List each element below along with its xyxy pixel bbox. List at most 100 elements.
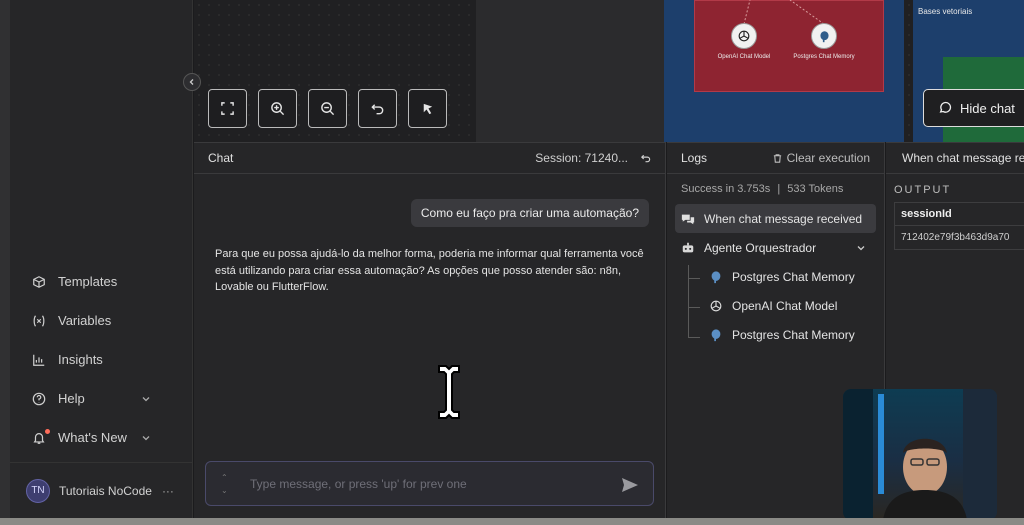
chat-title: Chat xyxy=(208,151,234,165)
sidebar-item-templates[interactable]: Templates xyxy=(10,262,193,301)
trash-icon xyxy=(773,153,781,163)
log-entry-label: OpenAI Chat Model xyxy=(732,298,838,313)
token-count: 533 Tokens xyxy=(787,183,844,195)
zoom-in-button[interactable] xyxy=(258,89,297,128)
window-edge xyxy=(0,0,10,525)
zoom-in-icon xyxy=(271,102,285,116)
openai-chat-model-node[interactable] xyxy=(731,23,757,49)
bot-message: Para que eu possa ajudá-lo da melhor for… xyxy=(215,248,644,293)
sidebar-item-whats-new[interactable]: What's New xyxy=(10,418,193,457)
execution-summary: Success in 3.753s | 533 Tokens xyxy=(667,174,884,204)
log-entry-chat-trigger[interactable]: When chat message received xyxy=(675,204,876,233)
node-label: Postgres Chat Memory xyxy=(793,54,855,60)
postgres-icon xyxy=(711,270,721,283)
sidebar: Templates Variables Insights Help What's… xyxy=(10,0,193,518)
output-cell[interactable]: 712402e79f3b463d9a70 xyxy=(895,226,1024,249)
window-bottom-edge xyxy=(0,518,1024,525)
collapse-sidebar-button[interactable] xyxy=(183,73,201,91)
avatar: TN xyxy=(26,478,50,503)
chart-icon xyxy=(33,354,45,366)
execution-status: Success in 3.753s xyxy=(681,183,771,195)
send-icon[interactable] xyxy=(621,476,639,494)
chat-bubble-icon xyxy=(939,101,952,113)
canvas-zoom-controls xyxy=(208,89,447,128)
output-node-title: When chat message received xyxy=(902,151,1024,165)
log-entry-label: Postgres Chat Memory xyxy=(732,269,855,284)
chat-header: Chat Session: 71240... xyxy=(194,143,665,174)
openai-icon xyxy=(710,300,722,311)
help-icon xyxy=(32,392,46,405)
hide-chat-button[interactable]: Hide chat xyxy=(923,89,1024,127)
postgres-icon xyxy=(711,328,721,341)
chat-input-placeholder: Type message, or press 'up' for prev one xyxy=(250,476,467,491)
history-up[interactable]: ⌃ xyxy=(221,471,228,484)
cleanup-icon xyxy=(423,103,433,115)
presenter-image xyxy=(843,389,997,520)
history-arrows[interactable]: ⌃ ⌄ xyxy=(221,471,228,497)
session-id: Session: 71240... xyxy=(535,151,651,165)
text-cursor-icon xyxy=(438,365,460,419)
node-label: OpenAI Chat Model xyxy=(717,54,771,60)
openai-icon xyxy=(738,30,750,42)
logs-header: Logs Clear execution xyxy=(667,143,884,174)
clear-execution-label: Clear execution xyxy=(786,151,870,165)
summary-separator: | xyxy=(777,183,781,195)
variables-icon xyxy=(33,314,45,327)
more-options-button[interactable]: ··· xyxy=(162,484,174,498)
log-entry-agent[interactable]: Agente Orquestrador xyxy=(667,233,884,262)
webcam-overlay xyxy=(843,389,997,520)
output-section-label: OUTPUT xyxy=(894,184,952,196)
notification-dot xyxy=(45,429,50,434)
tree-connector xyxy=(688,265,700,338)
sticky-note-title: Bases vetoriais xyxy=(918,7,973,16)
sidebar-item-variables[interactable]: Variables xyxy=(10,301,193,340)
app-root: Templates Variables Insights Help What's… xyxy=(0,0,1024,525)
log-entry-label: Agente Orquestrador xyxy=(704,240,817,255)
session-label: Session: 71240... xyxy=(535,151,628,165)
zoom-out-button[interactable] xyxy=(308,89,347,128)
chevron-left-icon xyxy=(189,79,194,85)
box-icon xyxy=(33,275,45,288)
chevron-down-icon[interactable] xyxy=(856,243,866,253)
tree-connector xyxy=(688,278,700,279)
fit-view-icon xyxy=(221,102,234,115)
clear-execution-button[interactable]: Clear execution xyxy=(772,151,870,165)
undo-icon xyxy=(371,104,384,115)
output-table: sessionId 712402e79f3b463d9a70 xyxy=(894,202,1024,250)
output-column-header: sessionId xyxy=(895,203,1024,226)
sidebar-item-label: Templates xyxy=(58,274,118,289)
fit-view-button[interactable] xyxy=(208,89,247,128)
user-name: Tutoriais NoCode xyxy=(59,483,152,498)
sidebar-item-help[interactable]: Help xyxy=(10,379,193,418)
output-header: When chat message received xyxy=(886,143,1024,174)
tree-connector xyxy=(688,337,700,338)
chevron-down-icon xyxy=(142,435,150,440)
log-entry-label: Postgres Chat Memory xyxy=(732,327,855,342)
zoom-out-icon xyxy=(321,102,335,116)
postgres-icon xyxy=(819,30,829,42)
sidebar-item-label: What's New xyxy=(58,430,127,445)
tidy-up-button[interactable] xyxy=(408,89,447,128)
sidebar-item-label: Insights xyxy=(58,352,103,367)
sidebar-item-label: Help xyxy=(58,391,85,406)
undo-button[interactable] xyxy=(358,89,397,128)
tree-connector xyxy=(688,307,700,308)
chat-panel: Chat Session: 71240... Como eu faço pra … xyxy=(194,142,666,518)
chevron-down-icon xyxy=(142,396,150,401)
chat-icon xyxy=(681,214,695,224)
chat-input[interactable]: ⌃ ⌄ Type message, or press 'up' for prev… xyxy=(205,461,654,506)
log-entry-label: When chat message received xyxy=(704,211,863,226)
robot-icon xyxy=(682,242,694,252)
reset-session-icon[interactable] xyxy=(640,153,651,164)
history-down[interactable]: ⌄ xyxy=(221,484,228,497)
hide-chat-label: Hide chat xyxy=(960,100,1015,116)
sidebar-item-insights[interactable]: Insights xyxy=(10,340,193,379)
sidebar-item-label: Variables xyxy=(58,313,112,328)
user-menu[interactable]: TN Tutoriais NoCode ··· xyxy=(10,462,193,518)
logs-title: Logs xyxy=(681,151,708,165)
node-connections xyxy=(743,0,825,24)
sidebar-menu: Templates Variables Insights Help What's… xyxy=(10,262,193,457)
postgres-chat-memory-node[interactable] xyxy=(811,23,837,49)
bell-icon xyxy=(33,432,45,444)
user-message: Como eu faço pra criar uma automação? xyxy=(410,199,649,227)
